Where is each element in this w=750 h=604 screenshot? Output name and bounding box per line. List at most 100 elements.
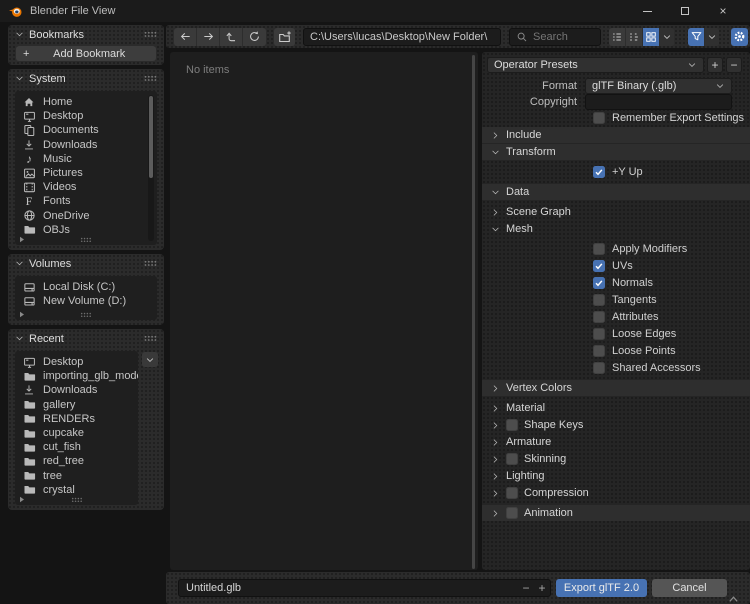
copyright-input[interactable] — [585, 94, 732, 110]
scrollbar[interactable] — [148, 95, 154, 241]
search-input[interactable] — [533, 31, 594, 43]
checkbox[interactable] — [593, 294, 605, 306]
drag-handle-icon[interactable] — [144, 75, 157, 82]
system-header[interactable]: System — [8, 69, 164, 86]
section-mesh[interactable]: Mesh — [482, 221, 750, 237]
display-settings-dropdown[interactable] — [660, 28, 674, 46]
path-field[interactable] — [303, 28, 501, 46]
section-scene-graph[interactable]: Scene Graph — [482, 204, 750, 220]
resize-grip-icon[interactable] — [80, 312, 92, 318]
drag-handle-icon[interactable] — [144, 335, 157, 342]
thumbnail-view-button[interactable] — [643, 28, 660, 46]
list-item-importing-glb-models[interactable]: importing_glb_models — [15, 369, 138, 383]
section-material[interactable]: Material — [482, 400, 750, 416]
checkbox[interactable] — [506, 453, 518, 465]
checkbox[interactable] — [593, 311, 605, 323]
remove-preset-button[interactable]: − — [726, 57, 742, 73]
scrollbar[interactable] — [471, 54, 476, 568]
list-item-music[interactable]: ♪Music — [15, 152, 157, 166]
option-tangents[interactable]: Tangents — [482, 291, 750, 308]
list-item-fonts[interactable]: FFonts — [15, 194, 157, 208]
list-item-desktop[interactable]: Desktop — [15, 109, 157, 123]
section-skinning[interactable]: Skinning — [482, 451, 750, 467]
recent-header[interactable]: Recent — [8, 329, 164, 346]
recent-options-button[interactable] — [142, 352, 158, 367]
section-armature[interactable]: Armature — [482, 434, 750, 450]
maximize-button[interactable] — [666, 0, 704, 22]
horizontal-list-view-button[interactable] — [626, 28, 643, 46]
vertical-list-view-button[interactable] — [609, 28, 626, 46]
list-item-cupcake[interactable]: cupcake — [15, 426, 138, 440]
path-input[interactable] — [310, 31, 494, 43]
checkbox[interactable] — [593, 166, 605, 178]
refresh-button[interactable] — [243, 28, 266, 46]
remember-export-settings-row[interactable]: Remember Export Settings — [482, 110, 750, 126]
list-item-downloads[interactable]: Downloads — [15, 138, 157, 152]
section-include[interactable]: Include — [482, 127, 750, 143]
format-dropdown[interactable]: glTF Binary (.glb) — [585, 78, 732, 94]
list-item-new-volume-d[interactable]: New Volume (D:) — [15, 294, 157, 308]
add-preset-button[interactable]: + — [707, 57, 723, 73]
create-directory-button[interactable] — [274, 28, 295, 46]
filename-input[interactable] — [179, 582, 518, 594]
section-vertex-colors[interactable]: Vertex Colors — [482, 380, 750, 396]
parent-directory-button[interactable] — [220, 28, 243, 46]
close-button[interactable]: × — [704, 0, 742, 22]
search-field[interactable] — [509, 28, 601, 46]
option-shared-accessors[interactable]: Shared Accessors — [482, 359, 750, 376]
export-gltf-button[interactable]: Export glTF 2.0 — [556, 579, 647, 597]
option-apply-modifiers[interactable]: Apply Modifiers — [482, 240, 750, 257]
decrement-filename-button[interactable]: − — [518, 580, 534, 596]
cancel-button[interactable]: Cancel — [652, 579, 727, 597]
list-item-crystal[interactable]: crystal — [15, 483, 138, 497]
resize-grip-icon[interactable] — [728, 595, 739, 603]
option-normals[interactable]: Normals — [482, 274, 750, 291]
add-bookmark-button[interactable]: + Add Bookmark — [16, 46, 156, 61]
list-item-home[interactable]: Home — [15, 95, 157, 109]
section-compression[interactable]: Compression — [482, 485, 750, 501]
checkbox[interactable] — [593, 328, 605, 340]
option-y-up[interactable]: +Y Up — [482, 163, 750, 180]
minimize-button[interactable] — [628, 0, 666, 22]
checkbox[interactable] — [593, 362, 605, 374]
checkbox[interactable] — [506, 507, 518, 519]
list-item-pictures[interactable]: Pictures — [15, 166, 157, 180]
section-animation[interactable]: Animation — [482, 505, 750, 521]
list-item-documents[interactable]: Documents — [15, 123, 157, 137]
drag-handle-icon[interactable] — [144, 260, 157, 267]
operator-presets-dropdown[interactable]: Operator Presets — [487, 57, 704, 73]
resize-grip-icon[interactable] — [80, 237, 92, 243]
options-toggle-button[interactable] — [731, 28, 748, 46]
option-uvs[interactable]: UVs — [482, 257, 750, 274]
drag-handle-icon[interactable] — [144, 31, 157, 38]
section-data[interactable]: Data — [482, 184, 750, 200]
section-transform[interactable]: Transform — [482, 144, 750, 160]
list-item-tree[interactable]: tree — [15, 469, 138, 483]
volumes-header[interactable]: Volumes — [8, 254, 164, 271]
back-button[interactable] — [174, 28, 197, 46]
option-loose-edges[interactable]: Loose Edges — [482, 325, 750, 342]
checkbox[interactable] — [506, 419, 518, 431]
list-item-red-tree[interactable]: red_tree — [15, 454, 138, 468]
option-attributes[interactable]: Attributes — [482, 308, 750, 325]
section-shape-keys[interactable]: Shape Keys — [482, 417, 750, 433]
checkbox[interactable] — [506, 487, 518, 499]
bookmarks-header[interactable]: Bookmarks — [8, 25, 164, 42]
list-item-videos[interactable]: Videos — [15, 180, 157, 194]
checkbox[interactable] — [593, 112, 605, 124]
list-item-cut-fish[interactable]: cut_fish — [15, 440, 138, 454]
checkbox[interactable] — [593, 277, 605, 289]
forward-button[interactable] — [197, 28, 220, 46]
filename-field[interactable]: − + — [178, 579, 551, 597]
list-item-gallery[interactable]: gallery — [15, 398, 138, 412]
list-item-desktop[interactable]: Desktop — [15, 355, 138, 369]
file-list-area[interactable]: No items — [170, 52, 478, 570]
section-lighting[interactable]: Lighting — [482, 468, 750, 484]
resize-grip-icon[interactable] — [71, 497, 83, 503]
list-item-downloads[interactable]: Downloads — [15, 383, 138, 397]
checkbox[interactable] — [593, 260, 605, 272]
list-item-objs[interactable]: OBJs — [15, 223, 157, 237]
filter-settings-dropdown[interactable] — [705, 28, 719, 46]
checkbox[interactable] — [593, 345, 605, 357]
list-item-onedrive[interactable]: OneDrive — [15, 209, 157, 223]
